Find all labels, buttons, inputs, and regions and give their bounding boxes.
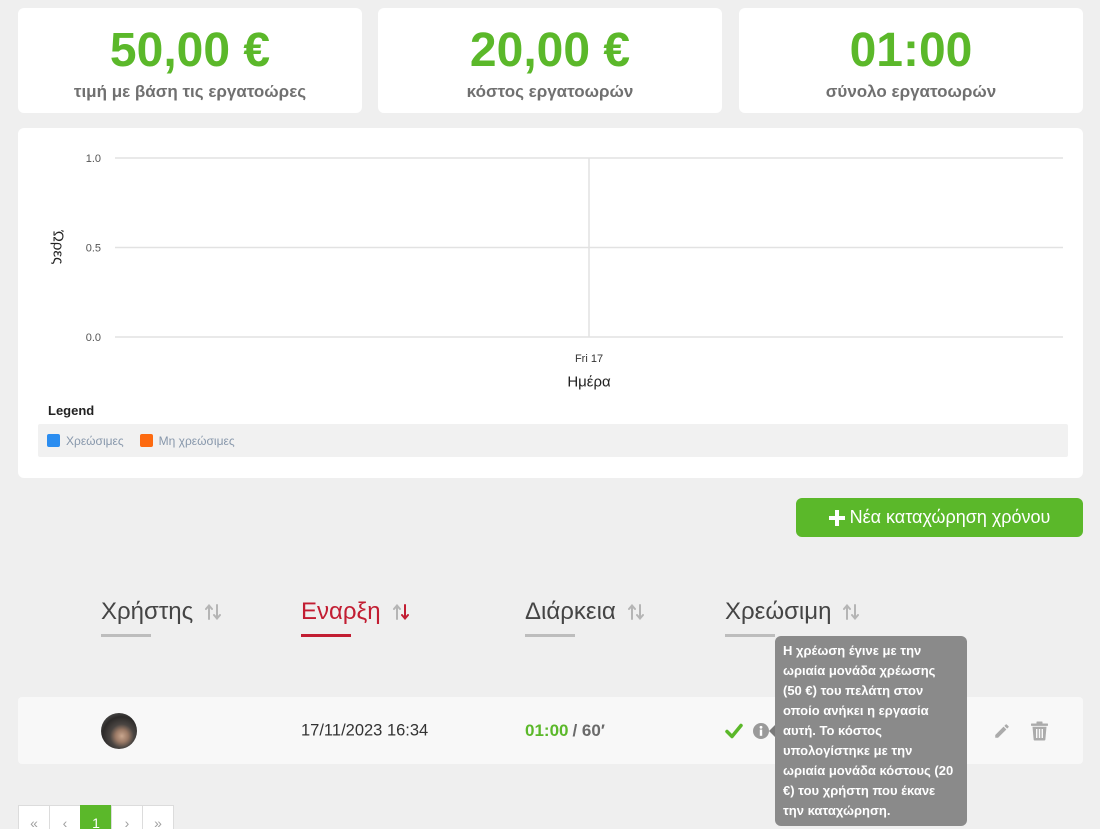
plus-icon-horizontal xyxy=(828,515,845,520)
trash-icon[interactable] xyxy=(1031,721,1048,740)
column-header-label: Χρήστης xyxy=(101,598,194,625)
pagination-page-current[interactable]: 1 xyxy=(80,805,111,829)
trash-icon-stripe xyxy=(1036,728,1038,738)
column-header-content: Διάρκεια xyxy=(525,597,644,627)
legend-title: Legend xyxy=(48,403,95,418)
sort-down-arrow xyxy=(400,604,409,620)
chart-grid xyxy=(115,157,1063,338)
hours-chart-card: 0.0 0.5 1.0 Fri 17 Ημέρα Ώρες Legend Χρεώσι… xyxy=(18,128,1083,478)
new-time-entry-label: Νέα καταχώρηση χρόνου xyxy=(849,507,1051,527)
duration: 01:00/ 60′ xyxy=(525,721,605,741)
column-header-content: Εναρξη xyxy=(301,597,409,627)
trash-icon-handle xyxy=(1036,721,1043,724)
sort-up-arrow xyxy=(627,604,636,620)
pagination-last[interactable]: » xyxy=(142,805,174,829)
stat-value: 01:00 xyxy=(849,24,973,77)
tooltip-line: €) του χρήστη που έκανε xyxy=(783,783,936,798)
legend-swatch xyxy=(47,434,60,447)
y-tick-label: 0.5 xyxy=(86,243,101,255)
sort-down-arrow xyxy=(213,604,222,620)
column-header-label: Χρεώσιμη xyxy=(725,598,832,625)
column-header-underline xyxy=(101,634,151,637)
column-header-underline xyxy=(301,634,351,637)
pagination-next[interactable]: › xyxy=(111,805,142,829)
sort-icon[interactable] xyxy=(843,604,860,620)
column-header-duration[interactable]: Διάρκεια xyxy=(525,597,644,637)
pagination-first[interactable]: « xyxy=(18,805,49,829)
info-icon-bar xyxy=(759,729,763,736)
column-header-content: Χρεώσιμη xyxy=(725,597,860,627)
trash-icon-stripe xyxy=(1038,728,1041,738)
stat-label: κόστος εργατοωρών xyxy=(466,82,634,101)
tooltip-line: ωριαία μονάδα κόστους (20 xyxy=(783,763,954,778)
legend-swatch xyxy=(139,434,153,447)
pagination-prev[interactable]: ‹ xyxy=(49,805,80,829)
chart-legend: Χρεώσιμες Μη χρεώσιμες xyxy=(38,424,1068,457)
plus-icon xyxy=(828,509,845,526)
column-header-start[interactable]: Εναρξη xyxy=(301,597,409,637)
sort-down-arrow xyxy=(851,604,860,620)
pagination: « ‹ 1 › » xyxy=(18,805,174,829)
stat-value: 50,00 € xyxy=(109,24,271,77)
stat-label: σύνολο εργατοωρών xyxy=(825,82,997,101)
sort-icon[interactable] xyxy=(392,604,409,620)
x-tick-label: Fri 17 xyxy=(575,353,603,365)
tooltip-arrow xyxy=(769,725,775,737)
tooltip-line: αυτή. Το κόστος xyxy=(783,723,882,738)
column-header-user[interactable]: Χρήστης xyxy=(101,597,222,637)
stat-card-cost: 20,00 € κόστος εργατοωρών xyxy=(378,8,722,113)
legend-item-billable[interactable]: Χρεώσιμες xyxy=(47,434,124,448)
y-tick-label: 1.0 xyxy=(86,153,101,165)
pencil-icon[interactable] xyxy=(993,722,1011,740)
avatar xyxy=(101,712,137,749)
stat-label: τιμή με βάση τις εργατοώρες xyxy=(73,82,307,101)
legend-item-non-billable[interactable]: Μη χρεώσιμες xyxy=(139,433,235,448)
tooltip-line: υπολογίστηκε με την xyxy=(783,743,913,758)
sort-icon[interactable] xyxy=(627,604,644,620)
column-header-label: Εναρξη xyxy=(301,598,381,625)
duration-minutes: / 60′ xyxy=(572,720,605,740)
sort-up-arrow xyxy=(205,604,214,620)
stat-card-hours: 01:00 σύνολο εργατοωρών xyxy=(739,8,1083,113)
new-time-entry-button[interactable]: Νέα καταχώρηση χρόνου xyxy=(796,498,1083,537)
start-time: 17/11/2023 16:34 xyxy=(301,721,429,739)
sort-icon[interactable] xyxy=(205,604,222,620)
column-header-content: Χρήστης xyxy=(101,597,222,627)
tooltip-line: Η χρέωση έγινε με την xyxy=(783,643,922,658)
pencil-icon-shape xyxy=(995,723,1009,738)
column-header-label: Διάρκεια xyxy=(525,598,616,625)
column-header-billable[interactable]: Χρεώσιμη xyxy=(725,597,860,637)
sort-up-arrow xyxy=(843,604,852,620)
legend-label: Μη χρεώσιμες xyxy=(158,433,235,448)
column-header-underline xyxy=(725,634,775,637)
x-axis-title: Ημέρα xyxy=(567,374,611,391)
tooltip-line: ωριαία μονάδα χρέωσης xyxy=(783,663,936,678)
chart-ticks: 0.0 0.5 1.0 Fri 17 xyxy=(86,153,603,365)
billing-info-tooltip: Η χρέωση έγινε με την ωριαία μονάδα χρέω… xyxy=(769,636,967,826)
sort-down-arrow xyxy=(635,604,644,620)
stat-card-price: 50,00 € τιμή με βάση τις εργατοώρες xyxy=(18,8,362,113)
stat-value: 20,00 € xyxy=(469,24,631,77)
hours-chart: 0.0 0.5 1.0 Fri 17 Ημέρα Ώρες xyxy=(50,153,1063,391)
legend-label: Χρεώσιμες xyxy=(66,433,124,448)
check-icon xyxy=(725,723,743,738)
tooltip-line: (50 €) του πελάτη στον xyxy=(783,683,924,698)
tooltip-line: την καταχώρηση. xyxy=(783,803,891,818)
trash-icon-stripe xyxy=(1041,728,1043,738)
column-header-underline xyxy=(525,634,575,637)
info-icon-dot xyxy=(759,725,763,729)
sort-up-arrow xyxy=(392,604,401,620)
info-icon[interactable] xyxy=(753,722,769,739)
tooltip-line: οποίο ανήκει η εργασία xyxy=(783,703,929,718)
duration-hours: 01:00 xyxy=(525,720,569,740)
y-tick-label: 0.0 xyxy=(86,332,101,344)
y-axis-title: Ώρες xyxy=(50,230,67,265)
check-icon-stroke xyxy=(725,723,743,738)
